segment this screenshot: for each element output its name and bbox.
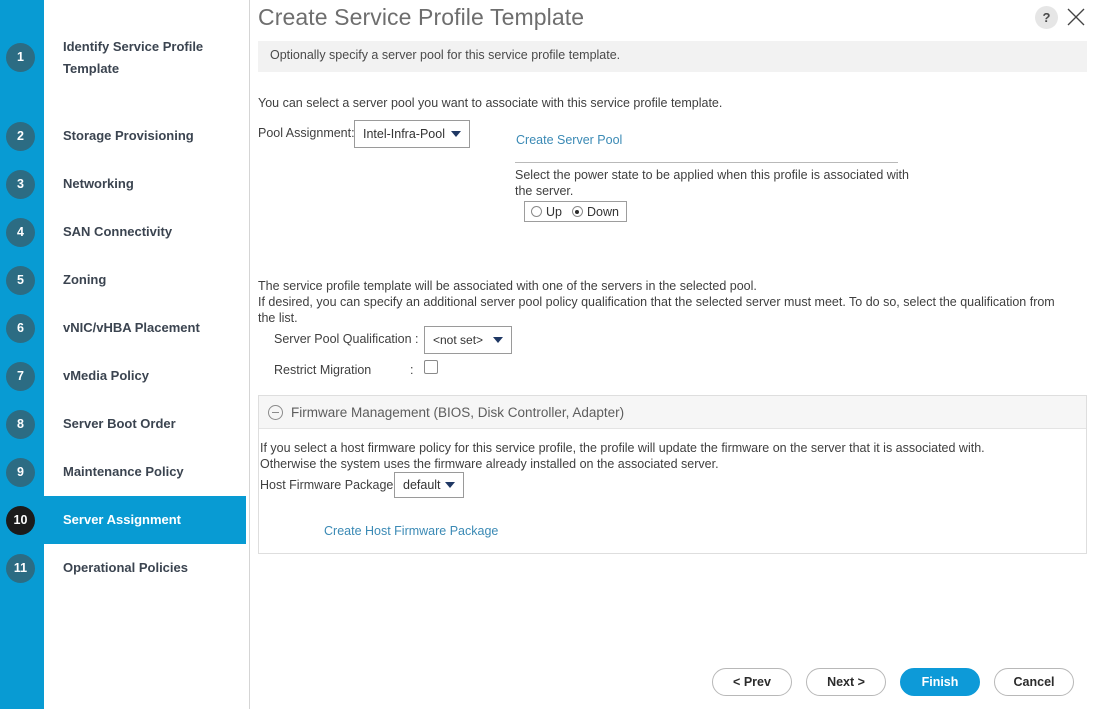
host-firmware-package-value: default bbox=[403, 478, 441, 492]
sidebar-item-label: Operational Policies bbox=[63, 560, 188, 575]
finish-button[interactable]: Finish bbox=[900, 668, 980, 696]
sidebar-item-san-connectivity[interactable]: 4 SAN Connectivity bbox=[0, 208, 249, 256]
step-number-badge: 8 bbox=[6, 409, 35, 439]
chevron-down-icon bbox=[445, 482, 455, 488]
association-line-1: The service profile template will be ass… bbox=[258, 279, 757, 293]
restrict-migration-colon: : bbox=[410, 363, 414, 377]
prev-button[interactable]: < Prev bbox=[712, 668, 792, 696]
sidebar-item-label: Maintenance Policy bbox=[63, 464, 184, 479]
sidebar-item-storage-provisioning[interactable]: 2 Storage Provisioning bbox=[0, 112, 249, 160]
firmware-description-line-2: Otherwise the system uses the firmware a… bbox=[260, 457, 719, 471]
pool-assignment-value: Intel-Infra-Pool bbox=[363, 127, 445, 141]
sidebar-item-server-boot-order[interactable]: 8 Server Boot Order bbox=[0, 400, 249, 448]
close-icon[interactable] bbox=[1064, 5, 1088, 29]
association-line-2: If desired, you can specify an additiona… bbox=[258, 295, 1055, 309]
firmware-management-header[interactable]: Firmware Management (BIOS, Disk Controll… bbox=[259, 396, 1086, 429]
sidebar-item-server-assignment[interactable]: 10 Server Assignment bbox=[0, 496, 249, 544]
power-state-divider bbox=[515, 162, 898, 163]
sidebar-item-operational-policies[interactable]: 11 Operational Policies bbox=[0, 544, 249, 592]
pool-assignment-select[interactable]: Intel-Infra-Pool bbox=[354, 120, 470, 148]
sidebar-item-label: Server Assignment bbox=[63, 512, 182, 527]
step-number-badge: 10 bbox=[6, 505, 35, 535]
server-pool-qualification-select[interactable]: <not set> bbox=[424, 326, 512, 354]
firmware-description: If you select a host firmware policy for… bbox=[260, 440, 1070, 472]
step-number-badge: 5 bbox=[6, 265, 35, 295]
sidebar-item-label: SAN Connectivity bbox=[63, 224, 173, 239]
next-button[interactable]: Next > bbox=[806, 668, 886, 696]
host-firmware-package-label: Host Firmware Package: bbox=[260, 478, 397, 492]
radio-down-indicator bbox=[571, 206, 583, 217]
restrict-migration-checkbox[interactable] bbox=[424, 360, 438, 374]
sidebar-item-label: Networking bbox=[63, 176, 134, 191]
step-number-badge: 6 bbox=[6, 313, 35, 343]
create-server-pool-link[interactable]: Create Server Pool bbox=[516, 133, 622, 147]
sidebar-item-vnic-vhba-placement[interactable]: 6 vNIC/vHBA Placement bbox=[0, 304, 249, 352]
step-number-badge: 3 bbox=[6, 169, 35, 199]
association-line-3: the list. bbox=[258, 311, 298, 325]
dialog-footer: < Prev Next > Finish Cancel bbox=[250, 668, 1096, 696]
sidebar-item-label: Storage Provisioning bbox=[63, 128, 194, 143]
sidebar-item-label: Server Boot Order bbox=[63, 416, 176, 431]
intro-text: You can select a server pool you want to… bbox=[258, 96, 723, 110]
power-state-up-label: Up bbox=[546, 204, 562, 219]
minus-circle-icon[interactable] bbox=[268, 404, 283, 420]
sidebar-item-label: vNIC/vHBA Placement bbox=[63, 320, 200, 335]
step-number-badge: 4 bbox=[6, 217, 35, 247]
firmware-description-line-1: If you select a host firmware policy for… bbox=[260, 441, 985, 455]
server-pool-qualification-label: Server Pool Qualification : bbox=[274, 332, 419, 346]
help-icon[interactable]: ? bbox=[1035, 6, 1058, 29]
sidebar-item-vmedia-policy[interactable]: 7 vMedia Policy bbox=[0, 352, 249, 400]
host-firmware-package-select[interactable]: default bbox=[394, 472, 464, 498]
radio-up-indicator bbox=[531, 206, 542, 217]
power-state-radio-down[interactable]: Down bbox=[571, 204, 619, 219]
sidebar-item-networking[interactable]: 3 Networking bbox=[0, 160, 249, 208]
firmware-management-title: Firmware Management (BIOS, Disk Controll… bbox=[291, 404, 625, 420]
dialog-content: Create Service Profile Template ? Option… bbox=[250, 0, 1096, 709]
chevron-down-icon bbox=[493, 337, 503, 343]
association-description: The service profile template will be ass… bbox=[258, 278, 1088, 326]
page-title: Create Service Profile Template bbox=[258, 4, 585, 30]
sidebar-item-zoning[interactable]: 5 Zoning bbox=[0, 256, 249, 304]
create-host-firmware-package-link[interactable]: Create Host Firmware Package bbox=[324, 524, 498, 538]
server-pool-qualification-value: <not set> bbox=[433, 333, 484, 347]
wizard-sidebar: 1 Identify Service Profile Template 2 Stora… bbox=[0, 0, 250, 709]
sidebar-item-label: Zoning bbox=[63, 272, 107, 287]
firmware-management-panel: Firmware Management (BIOS, Disk Controll… bbox=[258, 395, 1087, 554]
pool-assignment-label: Pool Assignment: bbox=[258, 126, 355, 140]
sidebar-item-label: vMedia Policy bbox=[63, 368, 149, 383]
restrict-migration-label: Restrict Migration bbox=[274, 363, 372, 377]
power-state-radio-up[interactable]: Up bbox=[531, 205, 562, 219]
step-number-badge: 7 bbox=[6, 361, 35, 391]
power-state-radio-group: Up Down bbox=[524, 201, 627, 222]
sidebar-item-label: Identify Service Profile Template bbox=[63, 39, 204, 76]
step-number-badge: 11 bbox=[6, 553, 35, 583]
step-number-badge: 9 bbox=[6, 457, 35, 487]
power-state-description: Select the power state to be applied whe… bbox=[515, 168, 909, 198]
step-number-badge: 1 bbox=[6, 42, 35, 72]
power-state-down-label: Down bbox=[586, 204, 619, 219]
step-number-badge: 2 bbox=[6, 121, 35, 151]
cancel-button[interactable]: Cancel bbox=[994, 668, 1074, 696]
sidebar-item-identify-service-profile-template[interactable]: 1 Identify Service Profile Template bbox=[0, 33, 249, 81]
dialog-subheader-bar: Optionally specify a server pool for thi… bbox=[258, 41, 1087, 72]
create-service-profile-template-dialog: 1 Identify Service Profile Template 2 Stora… bbox=[0, 0, 1096, 709]
chevron-down-icon bbox=[451, 131, 461, 137]
sidebar-item-maintenance-policy[interactable]: 9 Maintenance Policy bbox=[0, 448, 249, 496]
dialog-subheader-text: Optionally specify a server pool for thi… bbox=[270, 48, 621, 62]
